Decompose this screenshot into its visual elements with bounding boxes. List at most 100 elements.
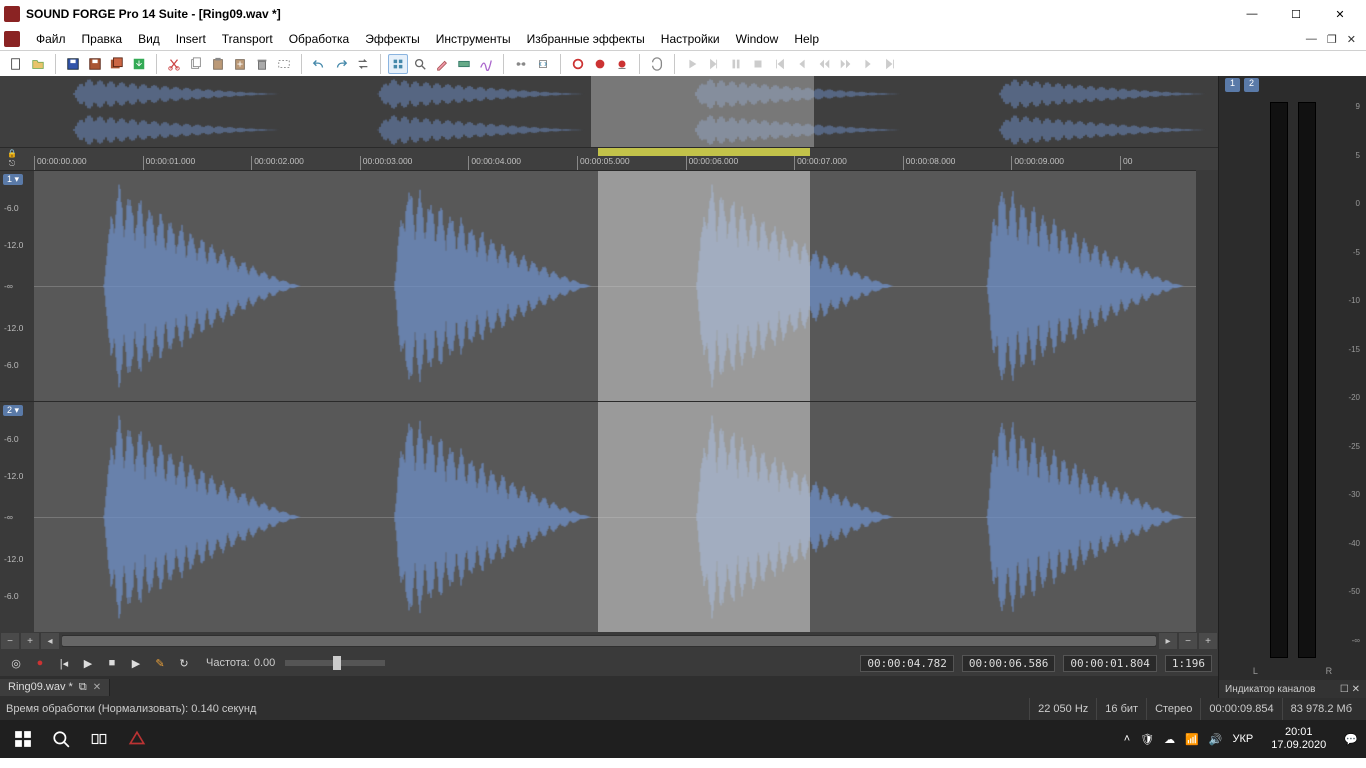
- meter-tab-1[interactable]: 1: [1225, 78, 1240, 92]
- copy-button[interactable]: [186, 54, 206, 74]
- zoom-in-h-button[interactable]: +: [21, 633, 39, 649]
- selection-ch2[interactable]: [598, 402, 811, 632]
- go-end-button[interactable]: [880, 54, 900, 74]
- zoom-in-v-button[interactable]: +: [1199, 633, 1217, 649]
- open-button[interactable]: [28, 54, 48, 74]
- mdi-close-button[interactable]: ✕: [1347, 33, 1356, 46]
- menu-file[interactable]: Файл: [28, 30, 74, 48]
- selection-length-field[interactable]: 00:00:01.804: [1063, 655, 1156, 672]
- window-minimize-button[interactable]: —: [1230, 0, 1274, 28]
- menu-tools[interactable]: Инструменты: [428, 30, 519, 48]
- menu-effects[interactable]: Эффекты: [357, 30, 428, 48]
- transport-play-button[interactable]: ▶: [78, 653, 98, 673]
- selection-ch1[interactable]: [598, 171, 811, 401]
- rewind-button[interactable]: [814, 54, 834, 74]
- event-tool-button[interactable]: [454, 54, 474, 74]
- transport-arm-button[interactable]: ◎: [6, 653, 26, 673]
- document-tab-pin-icon[interactable]: ⧉: [79, 681, 87, 694]
- go-start-button[interactable]: [770, 54, 790, 74]
- transport-scrub-button[interactable]: ✎: [150, 653, 170, 673]
- mdi-restore-button[interactable]: ❐: [1327, 33, 1337, 46]
- repeat-button[interactable]: [353, 54, 373, 74]
- channel-lock-strip[interactable]: 🔒⎋: [0, 148, 24, 170]
- menu-help[interactable]: Help: [786, 30, 827, 48]
- transport-record-button[interactable]: ●: [30, 653, 50, 673]
- zoom-ratio-field[interactable]: 1:196: [1165, 655, 1212, 672]
- channel-2-badge[interactable]: 2 ▾: [3, 405, 23, 416]
- transport-stop-button[interactable]: ■: [102, 653, 122, 673]
- envelope-tool-button[interactable]: [476, 54, 496, 74]
- window-maximize-button[interactable]: ☐: [1274, 0, 1318, 28]
- transport-loop-button[interactable]: ↻: [174, 653, 194, 673]
- search-icon[interactable]: [42, 720, 80, 758]
- tray-network-icon[interactable]: 📶: [1185, 733, 1199, 746]
- tray-cloud-icon[interactable]: ☁: [1164, 733, 1175, 746]
- meter-panel-pin-icon[interactable]: ☐: [1340, 684, 1349, 695]
- play-button[interactable]: [682, 54, 702, 74]
- meter-panel-close-icon[interactable]: ✕: [1352, 684, 1360, 695]
- redo-button[interactable]: [331, 54, 351, 74]
- scroll-left-button[interactable]: ◂: [41, 633, 59, 649]
- taskview-icon[interactable]: [80, 720, 118, 758]
- pencil-tool-button[interactable]: [432, 54, 452, 74]
- scroll-right-button[interactable]: ▸: [1159, 633, 1177, 649]
- play-all-button[interactable]: [704, 54, 724, 74]
- edit-tool-button[interactable]: [388, 54, 408, 74]
- record-arm-button[interactable]: [568, 54, 588, 74]
- hscroll-track[interactable]: [62, 635, 1156, 647]
- delete-button[interactable]: [252, 54, 272, 74]
- selection-end-field[interactable]: 00:00:06.586: [962, 655, 1055, 672]
- vertical-scrollbar[interactable]: [1196, 170, 1218, 632]
- menu-view[interactable]: Вид: [130, 30, 168, 48]
- overview-selection[interactable]: [591, 76, 814, 147]
- script-button[interactable]: [533, 54, 553, 74]
- tray-clock[interactable]: 20:01 17.09.2020: [1263, 726, 1334, 751]
- time-ruler[interactable]: 🔒⎋ 00:00:00.00000:00:01.00000:00:02.0000…: [0, 148, 1218, 170]
- tray-chevron-up-icon[interactable]: ˄: [1124, 733, 1130, 745]
- meter-tab-2[interactable]: 2: [1244, 78, 1259, 92]
- ffwd-button[interactable]: [836, 54, 856, 74]
- selection-start-field[interactable]: 00:00:04.782: [860, 655, 953, 672]
- zoom-out-h-button[interactable]: −: [1, 633, 19, 649]
- menu-options[interactable]: Настройки: [653, 30, 728, 48]
- record-options-button[interactable]: [612, 54, 632, 74]
- cut-button[interactable]: [164, 54, 184, 74]
- go-next-button[interactable]: [858, 54, 878, 74]
- rate-slider[interactable]: [285, 660, 385, 666]
- undo-button[interactable]: [309, 54, 329, 74]
- menu-process[interactable]: Обработка: [281, 30, 358, 48]
- menu-edit[interactable]: Правка: [74, 30, 131, 48]
- transport-go-start-button[interactable]: |◂: [54, 653, 74, 673]
- horizontal-scrollbar[interactable]: − + ◂ ▸ − +: [0, 632, 1218, 650]
- magnify-tool-button[interactable]: [410, 54, 430, 74]
- menu-transport[interactable]: Transport: [214, 30, 281, 48]
- stop-button[interactable]: [748, 54, 768, 74]
- save-as-button[interactable]: [85, 54, 105, 74]
- window-close-button[interactable]: ✕: [1318, 0, 1362, 28]
- tray-volume-icon[interactable]: 🔊: [1209, 733, 1223, 746]
- plugin-chain-button[interactable]: [511, 54, 531, 74]
- menu-fav-fx[interactable]: Избранные эффекты: [519, 30, 653, 48]
- tray-security-icon[interactable]: 🛡: [1140, 733, 1154, 746]
- channel-1-badge[interactable]: 1 ▾: [3, 174, 23, 185]
- transport-play2-button[interactable]: ▶: [126, 653, 146, 673]
- overview-pane[interactable]: [0, 76, 1218, 148]
- tray-notifications-icon[interactable]: 💬: [1344, 733, 1358, 746]
- document-tab-close-icon[interactable]: ✕: [93, 682, 101, 693]
- new-button[interactable]: [6, 54, 26, 74]
- go-prev-button[interactable]: [792, 54, 812, 74]
- paste-button[interactable]: [208, 54, 228, 74]
- record-button[interactable]: [590, 54, 610, 74]
- mdi-minimize-button[interactable]: —: [1306, 33, 1317, 46]
- zoom-out-v-button[interactable]: −: [1179, 633, 1197, 649]
- save-all-button[interactable]: [107, 54, 127, 74]
- menu-insert[interactable]: Insert: [168, 30, 214, 48]
- menu-window[interactable]: Window: [728, 30, 787, 48]
- track-ch1[interactable]: [34, 170, 1196, 401]
- export-button[interactable]: [129, 54, 149, 74]
- tray-language[interactable]: УКР: [1233, 733, 1254, 745]
- pause-button[interactable]: [726, 54, 746, 74]
- trim-button[interactable]: [274, 54, 294, 74]
- save-button[interactable]: [63, 54, 83, 74]
- loop-button[interactable]: [647, 54, 667, 74]
